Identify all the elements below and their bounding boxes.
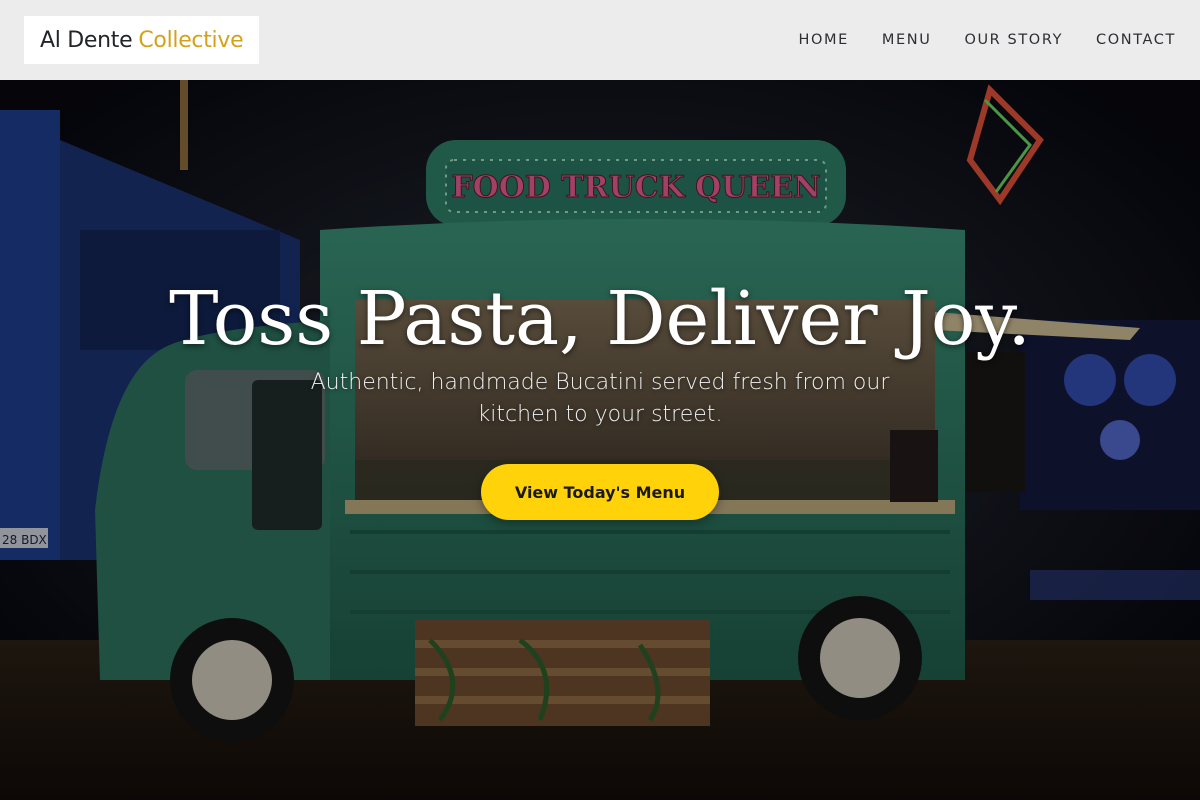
main-nav: HOME MENU OUR STORY CONTACT [799,32,1177,48]
logo-text-primary: Al Dente [40,27,133,53]
view-menu-button[interactable]: View Today's Menu [481,464,719,520]
site-logo[interactable]: Al Dente Collective [24,16,260,64]
logo-text-accent: Collective [138,27,244,53]
hero-title: Toss Pasta, Deliver Joy. [169,276,1031,362]
hero-subtitle: Authentic, handmade Bucatini served fres… [310,370,890,427]
nav-link-menu[interactable]: MENU [882,32,932,48]
site-header: Al Dente Collective HOME MENU OUR STORY … [0,0,1200,80]
nav-link-our-story[interactable]: OUR STORY [964,32,1063,48]
nav-link-contact[interactable]: CONTACT [1096,32,1176,48]
hero-overlay [0,80,1200,800]
nav-link-home[interactable]: HOME [799,32,849,48]
hero-section: 28 BDX FOOD TRUCK QUEEN Toss Pasta, Deli… [0,80,1200,800]
